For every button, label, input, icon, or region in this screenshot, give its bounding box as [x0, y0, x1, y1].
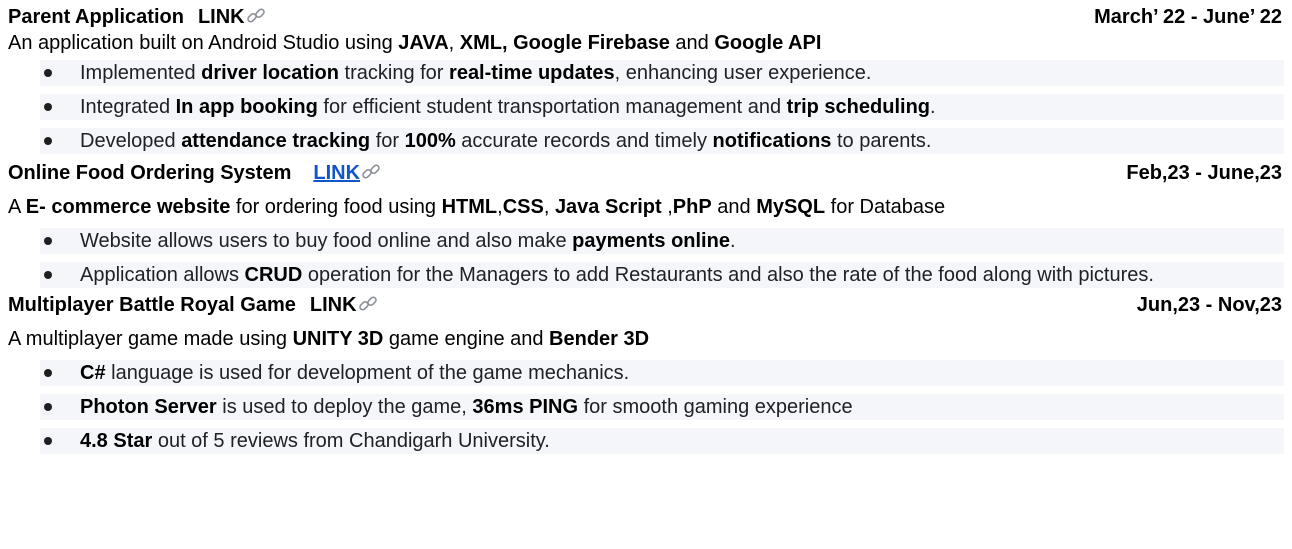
bullet-dot-icon — [44, 403, 52, 411]
bullet-item: Implemented driver location tracking for… — [40, 60, 1284, 86]
bullet-dot-icon — [44, 69, 52, 77]
bullet-item: C# language is used for development of t… — [40, 360, 1284, 386]
text-run: A multiplayer game made using — [8, 328, 293, 350]
text-run: , — [543, 196, 555, 218]
text-run: accurate records and timely — [455, 130, 713, 152]
project-dates: Feb,23 - June,23 — [1126, 162, 1282, 184]
text-run: for — [370, 130, 405, 152]
bold-text: JAVA — [398, 32, 449, 54]
text-run: game engine and — [383, 328, 550, 350]
bold-text: 100% — [404, 130, 456, 152]
bullet-item: Integrated In app booking for efficient … — [40, 94, 1284, 120]
project-description: An application built on Android Studio u… — [8, 30, 1284, 56]
text-run: Application allows — [80, 264, 245, 286]
text-run: is used to deploy the game, — [216, 396, 473, 418]
bold-text: UNITY 3D — [292, 328, 384, 350]
bold-text: Photon Server — [80, 396, 217, 418]
bullet-dot-icon — [44, 369, 52, 377]
bullet-dot-icon — [44, 271, 52, 279]
text-run: An application built on Android Studio u… — [8, 32, 399, 54]
bullet-dot-icon — [44, 437, 52, 445]
project-header: Online Food Ordering System LINK Feb,23 -… — [8, 160, 1284, 186]
text-run: and — [669, 32, 715, 54]
text-run: Website allows users to buy food online … — [80, 230, 573, 252]
bold-text: attendance tracking — [181, 130, 371, 152]
text-run: for efficient student transportation man… — [317, 96, 787, 118]
bold-text: notifications — [712, 130, 832, 152]
text-run: for Database — [825, 196, 946, 218]
bold-text: driver location — [201, 62, 339, 84]
bold-text: real-time updates — [449, 62, 615, 84]
text-run: and — [711, 196, 757, 218]
project-bullets: Implemented driver location tracking for… — [8, 60, 1284, 154]
bold-text: trip scheduling — [786, 96, 930, 118]
bullet-item: Photon Server is used to deploy the game… — [40, 394, 1284, 420]
bold-text: MySQL — [756, 196, 826, 218]
bullet-item: Application allows CRUD operation for th… — [40, 262, 1284, 288]
text-run: A — [8, 196, 26, 218]
projects-section: Parent Application LINK March’ 22 - June’… — [8, 4, 1284, 454]
project-link[interactable]: LINK — [310, 294, 357, 316]
bullet-item: 4.8 Star out of 5 reviews from Chandigar… — [40, 428, 1284, 454]
project-bullets: Website allows users to buy food online … — [8, 228, 1284, 288]
project-bullets: C# language is used for development of t… — [8, 360, 1284, 454]
bold-text: Bender 3D — [549, 328, 650, 350]
text-run: operation for the Managers to add Restau… — [302, 264, 1154, 286]
bold-text: Google API — [714, 32, 822, 54]
text-run: to parents. — [831, 130, 932, 152]
project-header: Multiplayer Battle Royal Game LINK Jun,23… — [8, 292, 1284, 318]
bold-text: HTML — [441, 196, 498, 218]
text-run: tracking for — [338, 62, 450, 84]
text-run: , — [448, 32, 460, 54]
text-run: out of 5 reviews from Chandigarh Univers… — [152, 430, 550, 452]
text-run: , enhancing user experience. — [614, 62, 872, 84]
bullet-dot-icon — [44, 103, 52, 111]
project-dates: Jun,23 - Nov,23 — [1136, 294, 1282, 316]
project-link[interactable]: LINK — [313, 162, 360, 184]
text-run: language is used for development of the … — [105, 362, 630, 384]
project-title: Online Food Ordering System — [8, 162, 292, 184]
text-run: Implemented — [80, 62, 202, 84]
chain-link-icon[interactable] — [358, 294, 378, 321]
text-run: for ordering food using — [230, 196, 442, 218]
bullet-item: Developed attendance tracking for 100% a… — [40, 128, 1284, 154]
project-title: Parent Application — [8, 6, 184, 28]
text-run: , — [661, 196, 673, 218]
bold-text: CSS — [502, 196, 544, 218]
chain-link-icon[interactable] — [246, 6, 266, 33]
bullet-item: Website allows users to buy food online … — [40, 228, 1284, 254]
bold-text: XML, Google Firebase — [459, 32, 670, 54]
bold-text: In app booking — [175, 96, 318, 118]
project-description: A multiplayer game made using UNITY 3D g… — [8, 326, 1284, 352]
bold-text: 4.8 Star — [80, 430, 153, 452]
bold-text: 36ms PING — [472, 396, 579, 418]
bullet-dot-icon — [44, 237, 52, 245]
bold-text: payments online — [572, 230, 730, 252]
project-title: Multiplayer Battle Royal Game — [8, 294, 296, 316]
text-run: Integrated — [80, 96, 176, 118]
chain-link-icon[interactable] — [361, 162, 381, 189]
text-run: Developed — [80, 130, 182, 152]
text-run: . — [729, 230, 736, 252]
project-dates: March’ 22 - June’ 22 — [1094, 6, 1282, 28]
bold-text: CRUD — [244, 264, 303, 286]
bullet-dot-icon — [44, 137, 52, 145]
bold-text: Java Script — [554, 196, 662, 218]
text-run: for smooth gaming experience — [578, 396, 853, 418]
text-run: . — [930, 96, 936, 118]
bold-text: PhP — [672, 196, 712, 218]
bold-text: C# — [80, 362, 106, 384]
project-description: A E- commerce website for ordering food … — [8, 194, 1284, 220]
project-header: Parent Application LINK March’ 22 - June’… — [8, 4, 1284, 30]
bold-text: E- commerce website — [25, 196, 231, 218]
project-link[interactable]: LINK — [198, 6, 245, 28]
